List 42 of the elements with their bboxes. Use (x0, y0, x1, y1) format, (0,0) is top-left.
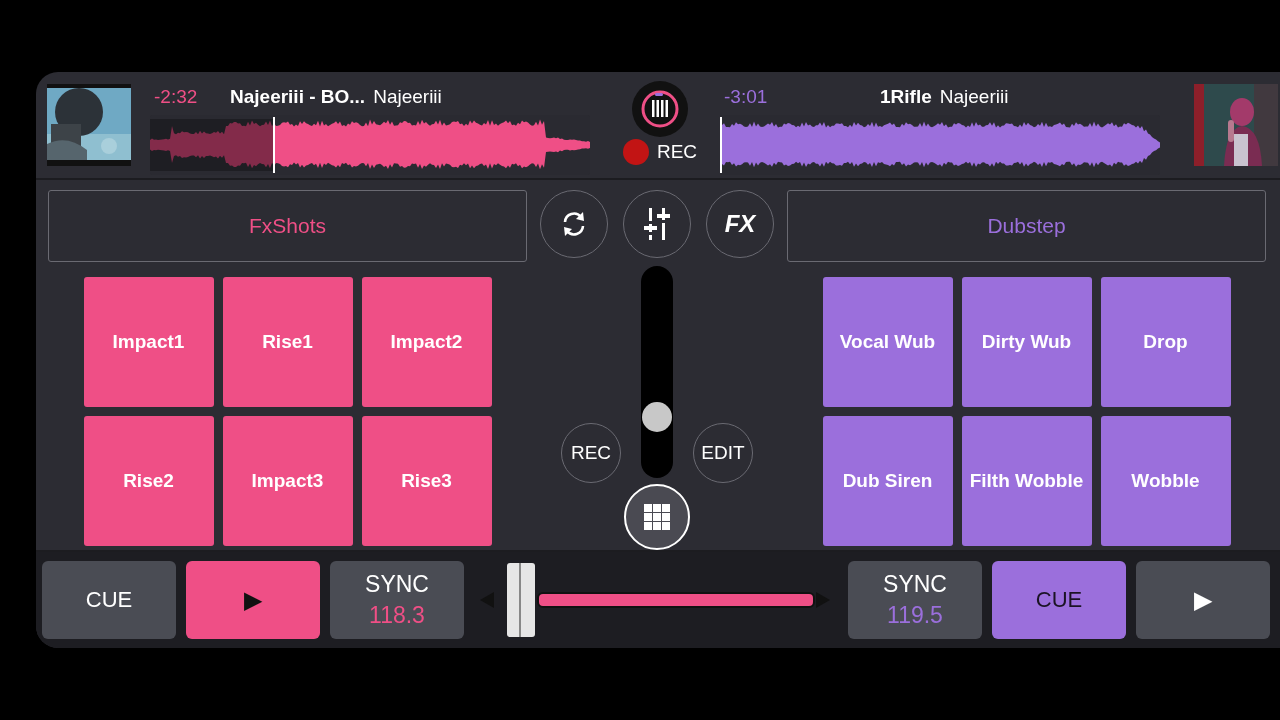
sample-pad[interactable]: Impact1 (83, 277, 214, 407)
cue-button[interactable]: CUE (992, 561, 1126, 639)
track-title: Najeeriii - BO... (230, 86, 366, 108)
sample-pad[interactable]: Vocal Wub (822, 277, 953, 407)
sample-pad[interactable]: Rise3 (361, 416, 492, 546)
sync-button[interactable]: SYNC 118.3 (330, 561, 464, 639)
sample-pad[interactable]: Dub Siren (822, 416, 953, 546)
sample-pad[interactable]: Dirty Wub (961, 277, 1092, 407)
time-remaining: -2:32 (154, 86, 199, 108)
crossfader-handle[interactable] (506, 563, 535, 637)
sample-pad[interactable]: Rise1 (222, 277, 353, 407)
sample-pad[interactable]: Impact2 (361, 277, 492, 407)
volume-slider-track[interactable] (641, 266, 673, 478)
time-remaining: -3:01 (724, 86, 769, 108)
record-icon (640, 89, 680, 129)
record-dot-icon (622, 139, 649, 165)
sample-pad[interactable]: Rise2 (83, 416, 214, 546)
track-title: 1Rifle (880, 86, 932, 108)
record-sampler-button[interactable]: REC (561, 423, 621, 483)
sample-pad[interactable]: Impact3 (222, 416, 353, 546)
sync-label: SYNC (365, 571, 429, 598)
play-button[interactable]: ▶ (1136, 561, 1270, 639)
cue-button[interactable]: CUE (42, 561, 176, 639)
volume-slider-thumb[interactable] (642, 402, 672, 432)
track-artist: Najeeriii (373, 86, 442, 108)
edit-button[interactable]: EDIT (693, 423, 753, 483)
sample-bank-button[interactable]: Dubstep (787, 190, 1266, 262)
play-button[interactable]: ▶ (186, 561, 320, 639)
sample-pad[interactable]: Wobble (1100, 416, 1231, 546)
waveform[interactable] (273, 117, 590, 173)
sync-button[interactable]: SYNC 119.5 (848, 561, 982, 639)
bpm-value: 119.5 (887, 602, 943, 629)
sample-bank-button[interactable]: FxShots (48, 190, 527, 262)
sample-pad[interactable]: Filth Wobble (961, 416, 1092, 546)
grid-icon (644, 504, 670, 530)
fx-button[interactable]: FX (706, 190, 774, 258)
sync-label: SYNC (883, 571, 947, 598)
track-artist: Najeeriii (939, 86, 1009, 108)
record-label: REC (656, 141, 698, 163)
record-button[interactable] (632, 81, 688, 137)
bpm-value: 118.3 (369, 602, 425, 629)
sample-pad[interactable]: Drop (1100, 277, 1231, 407)
